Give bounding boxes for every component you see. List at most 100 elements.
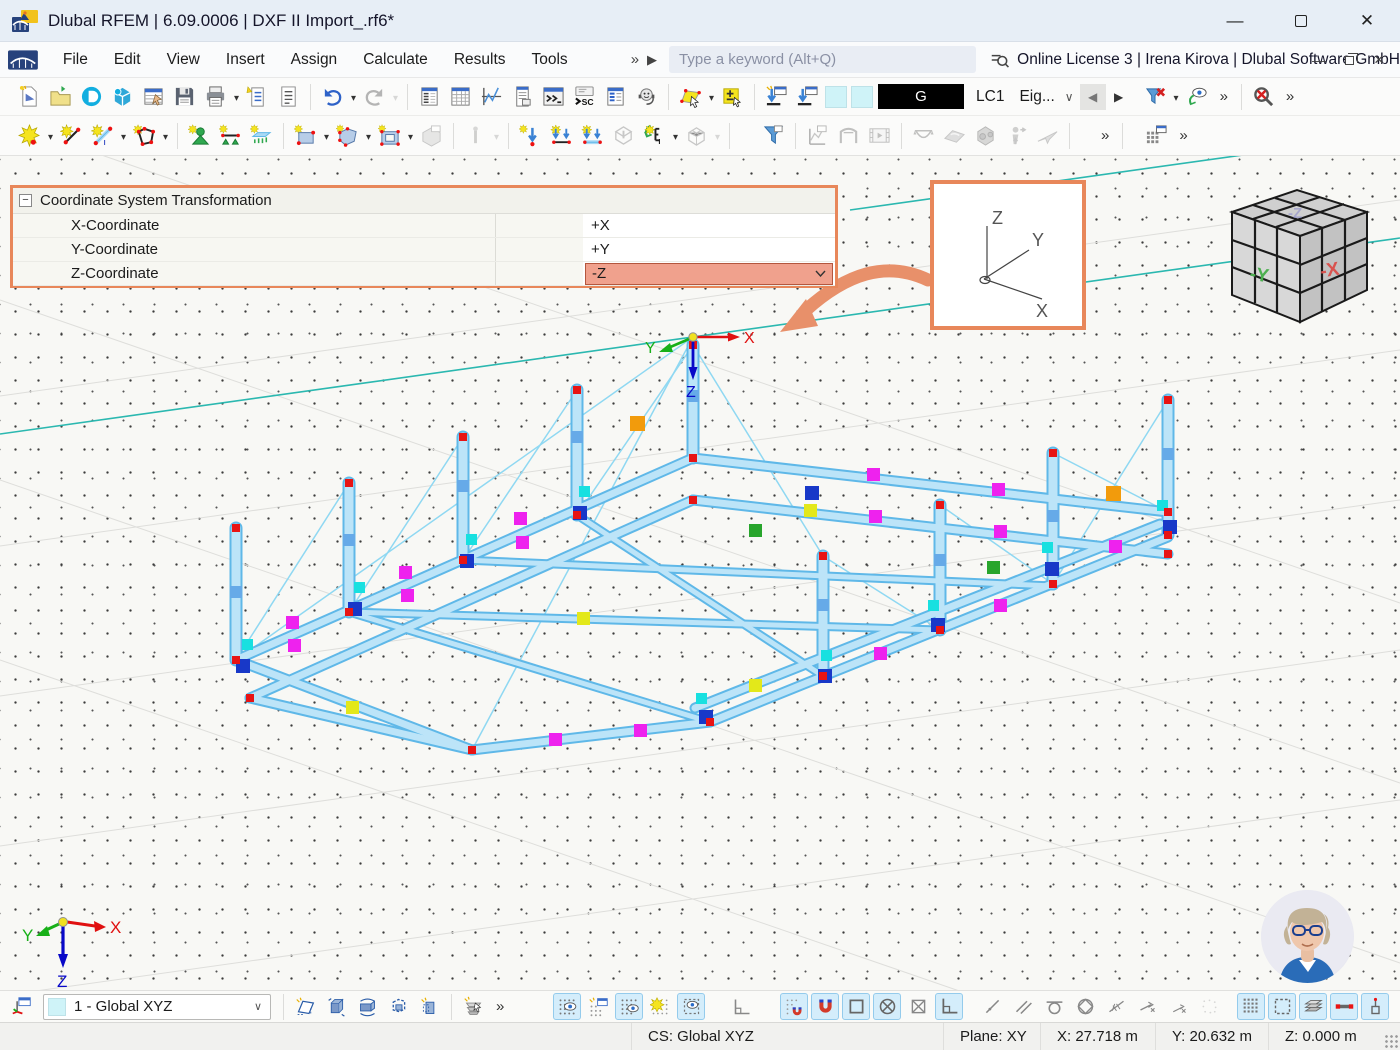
deformed-structure-button[interactable] (1003, 122, 1030, 149)
snap-to-grid-toggle[interactable] (646, 993, 674, 1020)
snap-parallel-toggle[interactable] (1010, 993, 1038, 1020)
visibilities-button[interactable] (460, 993, 488, 1020)
new-surface-dropdown[interactable] (321, 127, 332, 145)
work-plane-xz-button[interactable] (385, 993, 413, 1020)
node-select-toggle[interactable] (1361, 993, 1389, 1020)
new-free-load-button[interactable] (610, 122, 637, 149)
new-nodal-load-button[interactable] (517, 122, 544, 149)
save-button[interactable] (171, 83, 198, 110)
new-model-button[interactable] (16, 83, 43, 110)
new-opening-button[interactable] (376, 122, 403, 149)
snap-perpendicular-toggle[interactable] (935, 993, 963, 1020)
snap-reference-toggle[interactable] (1165, 993, 1193, 1020)
color-swatch-1[interactable] (825, 86, 847, 108)
table-list-button[interactable] (416, 83, 443, 110)
selection-mode-toggle[interactable] (1268, 993, 1296, 1020)
edit-surface-button[interactable] (677, 83, 704, 110)
member-results-button[interactable] (910, 122, 937, 149)
snap-grid-points-toggle[interactable] (780, 993, 808, 1020)
new-printout-report-button[interactable] (244, 83, 271, 110)
resize-grip[interactable] (1384, 1034, 1398, 1048)
new-nodal-support-button[interactable] (186, 122, 213, 149)
surface-results-button[interactable] (941, 122, 968, 149)
frame-view-button[interactable] (835, 122, 862, 149)
new-node-dropdown[interactable] (45, 127, 56, 145)
undo-dropdown[interactable] (348, 88, 359, 106)
ortho-mode-toggle[interactable] (729, 993, 757, 1020)
new-node-button[interactable] (16, 122, 43, 149)
support-chat-button[interactable] (633, 83, 660, 110)
insert-below-new-button[interactable] (763, 83, 790, 110)
load-wizard-dropdown[interactable] (712, 127, 723, 145)
insert-below-button[interactable] (794, 83, 821, 110)
member-select-toggle[interactable] (1330, 993, 1358, 1020)
fly-through-button[interactable] (1034, 122, 1061, 149)
guidelines-visibility-toggle[interactable] (677, 993, 705, 1020)
result-diagram-window-button[interactable] (804, 122, 831, 149)
new-block-button[interactable] (418, 122, 445, 149)
minimize-button[interactable]: — (1202, 0, 1268, 42)
load-wizard-button[interactable] (683, 122, 710, 149)
grid-visibility-toggle[interactable] (553, 993, 581, 1020)
console-button[interactable] (540, 83, 567, 110)
solid-results-button[interactable] (972, 122, 999, 149)
table-manager-button[interactable] (1143, 122, 1170, 149)
snap-extension-toggle[interactable] (1103, 993, 1131, 1020)
filter-dropdown[interactable] (1171, 88, 1182, 106)
script-console-button[interactable]: SC (571, 83, 598, 110)
mdi-restore-button[interactable] (1334, 46, 1364, 74)
menu-overflow-button[interactable]: » (627, 51, 643, 68)
view-overflow-button[interactable]: » (489, 998, 511, 1015)
search-list-icon[interactable] (990, 49, 1009, 71)
animation-button[interactable] (866, 122, 893, 149)
new-polyline-button[interactable] (131, 122, 158, 149)
result-diagram-button[interactable] (478, 83, 505, 110)
snap-quadrant-toggle[interactable] (1072, 993, 1100, 1020)
new-line-support-button[interactable] (217, 122, 244, 149)
previous-load-case-button[interactable]: ◀ (1080, 84, 1106, 110)
new-solid-button[interactable] (334, 122, 361, 149)
snap-center-toggle[interactable] (873, 993, 901, 1020)
snap-points-toggle[interactable] (1196, 993, 1224, 1020)
new-work-plane-button[interactable] (292, 993, 320, 1020)
new-member-dropdown[interactable] (118, 127, 129, 145)
print-button[interactable] (202, 83, 229, 110)
coordinate-system-selector[interactable]: 1 - Global XYZ ∨ (43, 994, 271, 1020)
edit-parameters-button[interactable] (719, 83, 746, 110)
new-surface-support-button[interactable] (248, 122, 275, 149)
toolbar-overflow-button[interactable]: » (1213, 88, 1235, 105)
menu-results[interactable]: Results (441, 45, 519, 75)
new-member-button[interactable]: I (89, 122, 116, 149)
work-plane-yz-button[interactable] (354, 993, 382, 1020)
new-imposed-load-dropdown[interactable] (670, 127, 681, 145)
redo-dropdown[interactable] (390, 88, 401, 106)
snap-line-toggle[interactable] (979, 993, 1007, 1020)
user-avatar[interactable] (1261, 890, 1354, 983)
x-coordinate-value[interactable]: +X (583, 214, 835, 237)
color-swatch-2[interactable] (851, 86, 873, 108)
work-plane-xy-button[interactable] (323, 993, 351, 1020)
model-viewport[interactable]: X Y Z X Y Z (0, 156, 1400, 990)
printout-report-button[interactable] (275, 83, 302, 110)
snap-endpoints-toggle[interactable] (842, 993, 870, 1020)
new-section-button[interactable] (462, 122, 489, 149)
table-overflow-button[interactable]: » (1172, 127, 1194, 144)
table-grid-button[interactable] (447, 83, 474, 110)
edit-surface-dropdown[interactable] (706, 88, 717, 106)
load-case-combobox[interactable]: Eig... ∨ (1013, 88, 1079, 106)
print-dropdown[interactable] (231, 88, 242, 106)
new-imposed-load-button[interactable]: I (641, 122, 668, 149)
layers-toggle[interactable] (1299, 993, 1327, 1020)
new-solid-dropdown[interactable] (363, 127, 374, 145)
maximize-button[interactable] (1268, 0, 1334, 42)
new-polyline-dropdown[interactable] (160, 127, 171, 145)
z-coordinate-dropdown[interactable]: -Z (585, 263, 833, 285)
visibility-view-button[interactable] (1184, 83, 1211, 110)
menu-assign[interactable]: Assign (278, 45, 351, 75)
grid-settings-button[interactable] (584, 993, 612, 1020)
panel-manager-button[interactable] (509, 83, 536, 110)
close-button[interactable]: ✕ (1334, 0, 1400, 42)
coordinate-system-icon[interactable] (8, 993, 36, 1020)
y-coordinate-value[interactable]: +Y (583, 238, 835, 261)
filter-objects-button[interactable] (760, 122, 787, 149)
